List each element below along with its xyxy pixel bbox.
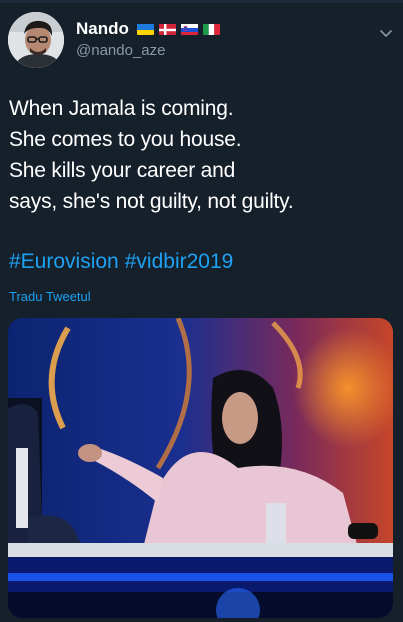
slovenia-flag-icon	[180, 23, 198, 35]
display-name[interactable]: Nando	[76, 19, 129, 39]
user-handle[interactable]: @nando_aze	[76, 42, 165, 59]
tweet-text: When Jamala is coming. She comes to you …	[9, 93, 399, 217]
avatar[interactable]	[8, 12, 64, 68]
tweet-media-image[interactable]	[8, 318, 393, 618]
tweet-text-line: says, she's not guilty, not guilty.	[9, 190, 294, 213]
hashtag-vidbir2019[interactable]: #vidbir2019	[125, 250, 234, 273]
tweet-text-line: She comes to you house.	[9, 128, 242, 151]
tweet-text-line: She kills your career and	[9, 159, 236, 182]
italy-flag-icon	[202, 23, 220, 35]
tweet-text-line: When Jamala is coming.	[9, 97, 234, 120]
display-name-row: Nando	[76, 18, 220, 40]
avatar-image	[8, 12, 64, 68]
hashtag-eurovision[interactable]: #Eurovision	[9, 250, 119, 273]
ukraine-flag-icon	[136, 23, 154, 35]
hashtags: #Eurovision #vidbir2019	[9, 246, 239, 277]
chevron-down-icon[interactable]	[379, 26, 393, 40]
denmark-flag-icon	[158, 23, 176, 35]
media-photo	[8, 318, 393, 618]
tweet-card: Nando @nando_aze When Jamala is coming. …	[0, 0, 403, 622]
top-divider	[0, 0, 403, 3]
translate-tweet-link[interactable]: Tradu Tweetul	[9, 289, 91, 304]
